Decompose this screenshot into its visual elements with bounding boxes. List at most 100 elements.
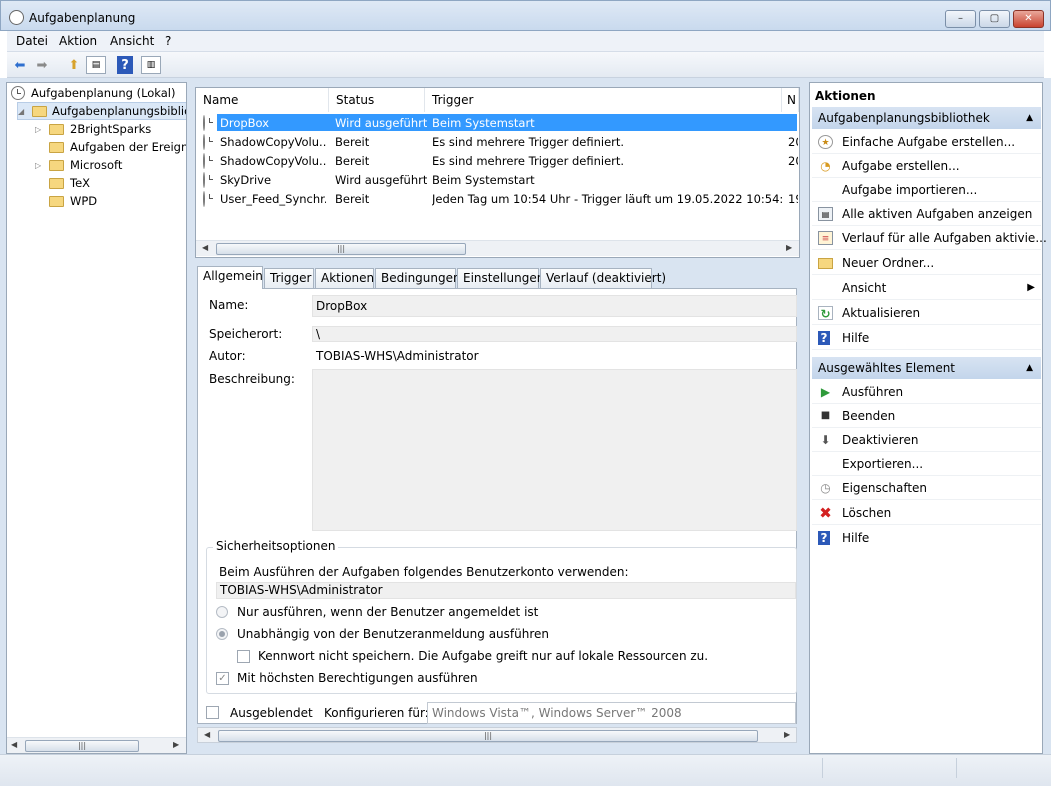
back-icon[interactable]: ⬅	[10, 56, 30, 74]
list-hscrollbar[interactable]: ◀ ||| ▶	[196, 240, 799, 256]
minimize-button[interactable]: –	[945, 10, 976, 28]
column-header-trigger[interactable]: Trigger	[425, 88, 782, 112]
tab-aktionen[interactable]: Aktionen	[315, 268, 374, 288]
location-field: \	[312, 326, 797, 342]
scroll-right-icon[interactable]: ▶	[786, 243, 792, 252]
checkbox-no-password-label: Kennwort nicht speichern. Die Aufgabe gr…	[258, 649, 709, 663]
checkbox-highest-privileges[interactable]: ✓	[216, 672, 229, 685]
security-title: Sicherheitsoptionen	[213, 539, 339, 553]
tree-folder-wpd[interactable]: WPD	[49, 192, 97, 210]
task-clock-icon	[203, 115, 205, 131]
show-tree-icon[interactable]: ▤	[86, 56, 106, 74]
action-view[interactable]: Ansicht ▶	[812, 276, 1041, 300]
checkbox-no-password[interactable]	[237, 650, 250, 663]
action-label: Beenden	[842, 409, 896, 423]
task-trigger: Beim Systemstart	[432, 173, 535, 187]
show-action-pane-icon[interactable]: ▥	[141, 56, 161, 74]
scroll-right-icon[interactable]: ▶	[784, 730, 790, 739]
help-icon[interactable]: ?	[117, 56, 133, 74]
checkbox-hidden[interactable]	[206, 706, 219, 719]
description-field[interactable]	[312, 369, 797, 531]
column-header-name[interactable]: Name	[196, 88, 329, 112]
maximize-button[interactable]: ▢	[979, 10, 1010, 28]
menu-datei[interactable]: Datei	[16, 34, 48, 48]
task-name: SkyDrive	[220, 173, 272, 187]
collapse-section-icon[interactable]: ▲	[1026, 357, 1033, 379]
table-row[interactable]: User_Feed_Synchr... Bereit Jeden Tag um …	[197, 190, 798, 209]
action-delete[interactable]: ✖ Löschen	[812, 501, 1041, 525]
action-import-task[interactable]: Aufgabe importieren...	[812, 178, 1041, 202]
tree-root[interactable]: Aufgabenplanung (Lokal)	[11, 84, 176, 102]
scroll-right-icon[interactable]: ▶	[173, 740, 179, 749]
tree-folder-2brightsparks[interactable]: ▷ 2BrightSparks	[35, 120, 151, 138]
tree-folder-tex[interactable]: TeX	[49, 174, 90, 192]
name-field[interactable]: DropBox	[312, 295, 797, 317]
action-help-selected[interactable]: ? Hilfe	[812, 526, 1041, 550]
section-library[interactable]: Aufgabenplanungsbibliothek ▲	[812, 107, 1041, 129]
table-row[interactable]: ShadowCopyVolu... Bereit Es sind mehrere…	[197, 133, 798, 152]
tree-library[interactable]: ◢ Aufgabenplanungsbibliot	[17, 102, 186, 120]
action-label: Eigenschaften	[842, 481, 928, 495]
scroll-thumb[interactable]: |||	[218, 730, 758, 742]
action-run[interactable]: ▶ Ausführen	[812, 380, 1041, 404]
help-icon: ?	[818, 531, 830, 545]
collapse-section-icon[interactable]: ▲	[1026, 107, 1033, 129]
menu-help[interactable]: ?	[165, 34, 171, 48]
close-button[interactable]: ✕	[1013, 10, 1044, 28]
tree-hscrollbar[interactable]: ◀ ||| ▶	[7, 737, 186, 753]
table-row[interactable]: DropBox Wird ausgeführt Beim Systemstart	[197, 114, 797, 133]
up-folder-icon[interactable]: ⬆	[64, 56, 84, 74]
task-status: Wird ausgeführt	[335, 173, 427, 187]
action-enable-history[interactable]: ≡ Verlauf für alle Aufgaben aktivie...	[812, 226, 1047, 250]
action-label: Deaktivieren	[842, 433, 919, 447]
task-next-run: 20	[788, 154, 798, 168]
scroll-left-icon[interactable]: ◀	[202, 243, 208, 252]
folder-icon	[49, 123, 64, 135]
stop-icon: ■	[820, 410, 831, 421]
radio-run-logged-on[interactable]	[216, 606, 228, 618]
tree-folder-ereignisse[interactable]: Aufgaben der Ereignis	[49, 138, 186, 156]
action-label: Verlauf für alle Aufgaben aktivie...	[842, 231, 1047, 245]
action-label: Alle aktiven Aufgaben anzeigen	[842, 207, 1033, 221]
detail-hscrollbar[interactable]: ◀ ||| ▶	[197, 727, 797, 743]
action-export[interactable]: Exportieren...	[812, 452, 1041, 476]
forward-icon[interactable]: ➡	[32, 56, 52, 74]
table-row[interactable]: ShadowCopyVolu... Bereit Es sind mehrere…	[197, 152, 798, 171]
action-disable[interactable]: ⬇ Deaktivieren	[812, 428, 1041, 452]
action-new-folder[interactable]: Neuer Ordner...	[812, 251, 1041, 275]
actions-pane: Aktionen Aufgabenplanungsbibliothek ▲ ★ …	[809, 82, 1047, 754]
window-title: Aufgabenplanung	[29, 11, 136, 25]
action-end[interactable]: ■ Beenden	[812, 404, 1041, 428]
tab-bedingungen[interactable]: Bedingungen	[375, 268, 461, 288]
scroll-left-icon[interactable]: ◀	[11, 740, 17, 749]
radio-run-independent[interactable]	[216, 628, 228, 640]
scroll-left-icon[interactable]: ◀	[204, 730, 210, 739]
column-header-next-run[interactable]: N	[782, 88, 799, 112]
scroll-thumb[interactable]: |||	[25, 740, 139, 752]
tab-verlauf[interactable]: Verlauf (deaktiviert)	[540, 268, 666, 288]
tab-einstellungen[interactable]: Einstellungen	[457, 268, 544, 288]
tree-folder-microsoft[interactable]: ▷ Microsoft	[35, 156, 122, 174]
task-status: Bereit	[335, 192, 370, 206]
column-header-status[interactable]: Status	[329, 88, 425, 112]
menu-ansicht[interactable]: Ansicht	[110, 34, 154, 48]
collapse-icon[interactable]: ◢	[18, 107, 28, 116]
expand-icon[interactable]: ▷	[35, 125, 45, 134]
toolbar: ⬅ ➡ ⬆ ▤ ? ▥	[7, 52, 1044, 78]
tab-trigger[interactable]: Trigger	[264, 268, 314, 288]
tab-allgemein[interactable]: Allgemein	[197, 266, 263, 289]
section-selected-item[interactable]: Ausgewähltes Element ▲	[812, 357, 1041, 379]
action-properties[interactable]: ◷ Eigenschaften	[812, 476, 1041, 500]
action-create-task[interactable]: ◔ Aufgabe erstellen...	[812, 154, 1041, 178]
action-refresh[interactable]: ↻ Aktualisieren	[812, 301, 1041, 325]
scroll-thumb[interactable]: |||	[216, 243, 466, 255]
expand-icon[interactable]: ▷	[35, 161, 45, 170]
table-row[interactable]: SkyDrive Wird ausgeführt Beim Systemstar…	[197, 171, 797, 190]
action-create-basic-task[interactable]: ★ Einfache Aufgabe erstellen...	[812, 130, 1041, 154]
security-options-group: Sicherheitsoptionen Beim Ausführen der A…	[206, 539, 797, 694]
action-help[interactable]: ? Hilfe	[812, 326, 1041, 350]
run-icon: ▶	[820, 385, 831, 399]
configure-select[interactable]: Windows Vista™, Windows Server™ 2008	[427, 702, 796, 724]
action-show-running-tasks[interactable]: ▤ Alle aktiven Aufgaben anzeigen	[812, 202, 1041, 226]
menu-aktion[interactable]: Aktion	[59, 34, 97, 48]
